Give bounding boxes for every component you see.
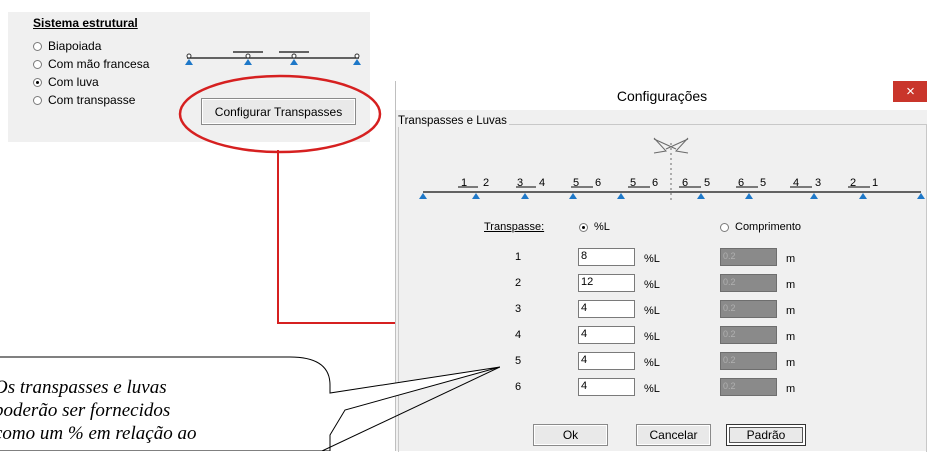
unit-label: %L <box>644 253 660 265</box>
radio-selected-icon[interactable] <box>33 77 42 87</box>
beam-sleeve-diagram <box>185 51 361 65</box>
row-index: 5 <box>515 355 522 367</box>
percent-input[interactable]: 12 <box>578 274 635 292</box>
beam-diagram <box>419 137 925 201</box>
length-input: 0.2 <box>720 274 777 292</box>
cancel-button[interactable]: Cancelar <box>636 424 711 446</box>
radio-icon[interactable] <box>33 95 42 105</box>
callout-line: poderão ser fornecidos <box>0 400 171 421</box>
mode-percent-label: %L <box>594 221 610 233</box>
option-label: Com transpasse <box>48 93 136 107</box>
beam-label: 1 <box>461 177 468 189</box>
structure-panel-title: Sistema estrutural <box>33 16 138 30</box>
default-button[interactable]: Padrão <box>726 424 806 446</box>
radio-selected-icon[interactable] <box>579 222 588 232</box>
percent-input[interactable]: 4 <box>578 378 635 396</box>
beam-label: 5 <box>573 177 580 189</box>
option-label: Biapoiada <box>48 39 102 53</box>
row-index: 2 <box>515 277 522 289</box>
beam-label: 1 <box>872 177 879 189</box>
row-index: 4 <box>515 329 522 341</box>
group-label: Transpasses e Luvas <box>396 115 509 127</box>
beam-label: 3 <box>517 177 524 189</box>
unit-label: m <box>786 305 796 317</box>
beam-label: 2 <box>483 177 490 189</box>
percent-input[interactable]: 4 <box>578 326 635 344</box>
unit-label: %L <box>644 305 660 317</box>
beam-label: 6 <box>738 177 745 189</box>
option-label: Com mão francesa <box>48 57 150 71</box>
unit-label: %L <box>644 383 660 395</box>
unit-label: %L <box>644 357 660 369</box>
percent-input[interactable]: 4 <box>578 300 635 318</box>
callout-line: Os transpasses e luvas <box>0 377 167 398</box>
mode-percent-radio[interactable]: %L <box>579 221 610 233</box>
unit-label: %L <box>644 279 660 291</box>
unit-label: m <box>786 331 796 343</box>
option-com-luva[interactable]: Com luva <box>33 75 99 89</box>
beam-label: 3 <box>815 177 822 189</box>
unit-label: m <box>786 383 796 395</box>
highlight-ellipse <box>178 74 382 154</box>
row-index: 1 <box>515 251 522 263</box>
length-input: 0.2 <box>720 326 777 344</box>
unit-label: %L <box>644 331 660 343</box>
mode-length-label: Comprimento <box>735 221 802 233</box>
option-mao-francesa[interactable]: Com mão francesa <box>33 57 149 71</box>
dialog-titlebar[interactable]: Configurações × <box>396 81 927 110</box>
row-index: 3 <box>515 303 522 315</box>
length-input: 0.2 <box>720 352 777 370</box>
length-input: 0.2 <box>720 248 777 266</box>
length-input: 0.2 <box>720 378 777 396</box>
radio-icon[interactable] <box>720 222 729 232</box>
beam-label: 5 <box>704 177 711 189</box>
radio-icon[interactable] <box>33 59 42 69</box>
transpasse-label: Transpasse: <box>484 221 545 233</box>
option-com-transpasse[interactable]: Com transpasse <box>33 93 135 107</box>
dialog-title: Configurações <box>616 88 708 104</box>
ok-button[interactable]: Ok <box>533 424 608 446</box>
beam-label: 6 <box>682 177 689 189</box>
unit-label: m <box>786 357 796 369</box>
percent-input[interactable]: 4 <box>578 352 635 370</box>
unit-label: m <box>786 279 796 291</box>
close-icon[interactable]: × <box>893 81 927 102</box>
row-index: 6 <box>515 381 522 393</box>
beam-label: 5 <box>760 177 767 189</box>
beam-label: 4 <box>793 177 800 189</box>
unit-label: m <box>786 253 796 265</box>
beam-label: 6 <box>652 177 659 189</box>
beam-label: 4 <box>539 177 546 189</box>
mode-length-radio[interactable]: Comprimento <box>720 221 801 233</box>
beam-label: 5 <box>630 177 637 189</box>
callout-line: como um % em relação ao <box>0 423 197 444</box>
option-biapoiada[interactable]: Biapoiada <box>33 39 101 53</box>
beam-label: 2 <box>850 177 857 189</box>
percent-input[interactable]: 8 <box>578 248 635 266</box>
length-input: 0.2 <box>720 300 777 318</box>
beam-label: 6 <box>595 177 602 189</box>
option-label: Com luva <box>48 75 99 89</box>
radio-icon[interactable] <box>33 41 42 51</box>
